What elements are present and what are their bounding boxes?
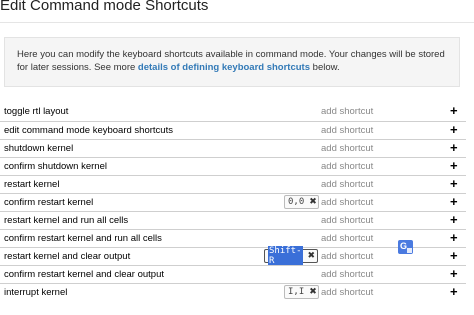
shortcut-row-restart-kernel: restart kernel add shortcut +	[0, 175, 466, 193]
shortcut-row-restart-kernel-and-run-all-cells: restart kernel and run all cells add sho…	[0, 211, 466, 229]
add-shortcut-input[interactable]: add shortcut	[321, 215, 373, 227]
shortcut-row-edit-command-mode-keyboard-shortcuts: edit command mode keyboard shortcuts add…	[0, 121, 466, 139]
shortcut-chip-editing[interactable]: Shift-R ✖	[264, 246, 318, 266]
add-shortcut-input[interactable]: add shortcut	[321, 161, 373, 173]
details-link[interactable]: details of defining keyboard shortcuts	[138, 62, 310, 73]
add-shortcut-button[interactable]: +	[450, 249, 458, 263]
add-shortcut-button[interactable]: +	[450, 267, 458, 281]
add-shortcut-input[interactable]: add shortcut	[321, 125, 373, 137]
shortcut-label: toggle rtl layout	[4, 106, 69, 117]
shortcut-label: restart kernel and clear output	[4, 251, 131, 262]
add-shortcut-button[interactable]: +	[450, 177, 458, 191]
shortcut-row-toggle-rtl-layout: toggle rtl layout add shortcut +	[0, 103, 466, 121]
remove-shortcut-icon[interactable]: ✖	[309, 197, 317, 207]
shortcut-label: confirm restart kernel and run all cells	[4, 233, 162, 244]
add-shortcut-button[interactable]: +	[450, 123, 458, 137]
shortcut-row-confirm-shutdown-kernel: confirm shutdown kernel add shortcut +	[0, 157, 466, 175]
translate-icon[interactable]	[398, 240, 413, 254]
add-shortcut-button[interactable]: +	[450, 285, 458, 299]
shortcut-label: confirm restart kernel	[4, 197, 94, 208]
shortcut-row-interrupt-kernel: interrupt kernel I,I ✖ add shortcut +	[0, 283, 466, 301]
remove-shortcut-icon[interactable]: ✖	[309, 287, 317, 297]
shortcut-label: interrupt kernel	[4, 287, 68, 298]
shortcut-row-confirm-restart-kernel: confirm restart kernel 0,0 ✖ add shortcu…	[0, 193, 466, 211]
shortcut-row-confirm-restart-kernel-and-clear-output: confirm restart kernel and clear output …	[0, 265, 466, 283]
shortcut-keys: I,I	[288, 287, 305, 297]
shortcut-label: restart kernel	[4, 179, 60, 190]
add-shortcut-button[interactable]: +	[450, 231, 458, 245]
shortcut-row-confirm-restart-kernel-and-run-all-cells: confirm restart kernel and run all cells…	[0, 229, 466, 247]
shortcut-label: confirm restart kernel and clear output	[4, 269, 164, 280]
add-shortcut-input[interactable]: add shortcut	[321, 197, 373, 209]
remove-shortcut-icon[interactable]: ✖	[308, 251, 316, 261]
shortcut-label: confirm shutdown kernel	[4, 161, 107, 172]
add-shortcut-button[interactable]: +	[450, 159, 458, 173]
title-divider	[0, 22, 474, 23]
add-shortcut-input[interactable]: add shortcut	[321, 143, 373, 155]
info-tail: below.	[310, 62, 340, 73]
shortcut-row-shutdown-kernel: shutdown kernel add shortcut +	[0, 139, 466, 157]
info-panel: Here you can modify the keyboard shortcu…	[4, 37, 460, 87]
shortcut-label: shutdown kernel	[4, 143, 74, 154]
shortcut-chip[interactable]: 0,0 ✖	[284, 195, 319, 209]
shortcut-label: restart kernel and run all cells	[4, 215, 129, 226]
dialog-title: Edit Command mode Shortcuts	[0, 0, 209, 14]
add-shortcut-input[interactable]: add shortcut	[321, 179, 373, 191]
add-shortcut-input[interactable]: add shortcut	[321, 287, 373, 299]
add-shortcut-input[interactable]: add shortcut	[321, 106, 373, 118]
shortcut-row-restart-kernel-and-clear-output: restart kernel and clear output Shift-R …	[0, 246, 466, 266]
shortcut-label: edit command mode keyboard shortcuts	[4, 125, 173, 136]
add-shortcut-input[interactable]: add shortcut	[321, 233, 373, 245]
shortcut-keys: 0,0	[288, 197, 305, 207]
add-shortcut-button[interactable]: +	[450, 104, 458, 118]
add-shortcut-button[interactable]: +	[450, 141, 458, 155]
add-shortcut-button[interactable]: +	[450, 195, 458, 209]
add-shortcut-input[interactable]: add shortcut	[321, 251, 373, 263]
add-shortcut-button[interactable]: +	[450, 213, 458, 227]
shortcut-chip[interactable]: I,I ✖	[284, 285, 319, 299]
shortcut-list: toggle rtl layout add shortcut + edit co…	[0, 103, 474, 301]
shortcut-keys-selected[interactable]: Shift-R	[268, 246, 303, 266]
add-shortcut-input[interactable]: add shortcut	[321, 269, 373, 281]
